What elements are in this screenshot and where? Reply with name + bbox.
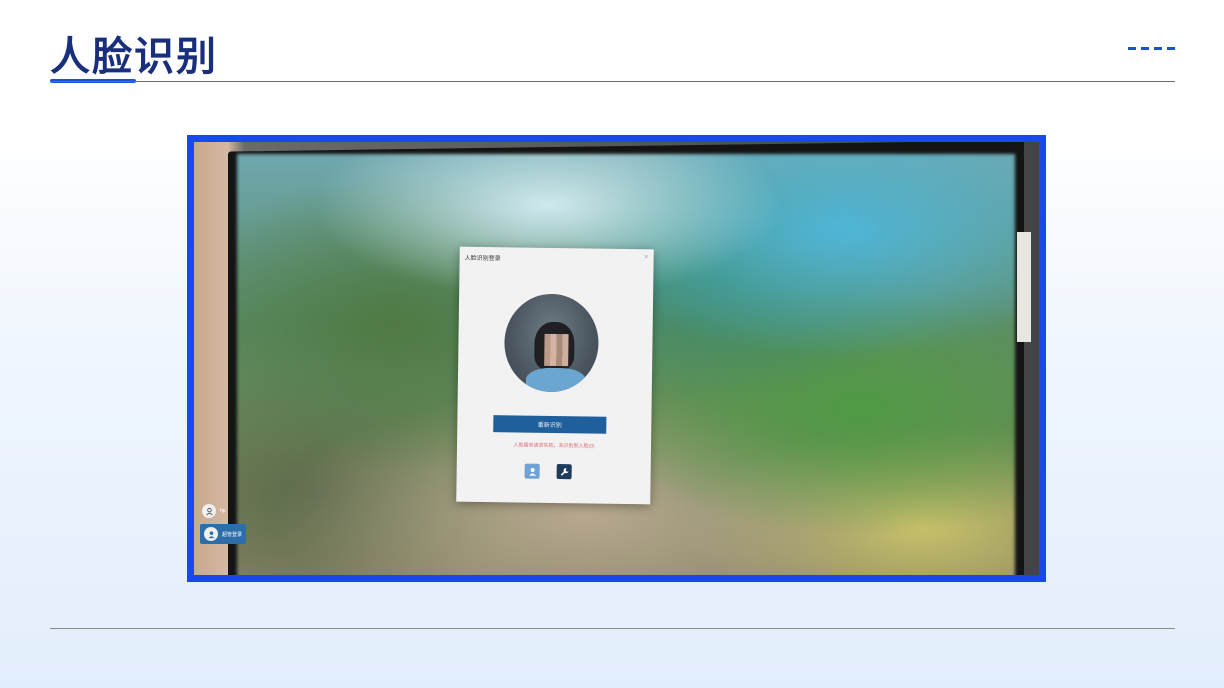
login-user-admin[interactable]: 超管登录 [200,524,247,544]
face-login-dialog: 人脸识别登录 × 重新识别 人脸服务请求失败，未识别到人脸(0) [456,246,654,505]
close-icon[interactable]: × [644,252,649,261]
retry-recognition-button[interactable]: 重新识别 [493,415,607,434]
header-divider [50,81,1175,82]
monitor-photo: 人脸识别登录 × 重新识别 人脸服务请求失败，未识别到人脸(0) hp 超管登录 [194,142,1039,575]
wrench-icon[interactable] [556,464,572,480]
dialog-title: 人脸识别登录 [464,255,501,263]
login-user-label: hp [220,508,226,514]
face-preview [503,293,600,393]
error-message: 人脸服务请求失败，未识别到人脸(0) [513,442,595,450]
pixelated-face [544,333,569,367]
photo-frame: 人脸识别登录 × 重新识别 人脸服务请求失败，未识别到人脸(0) hp 超管登录 [187,135,1046,582]
avatar-icon [204,527,218,541]
avatar-icon [202,504,216,518]
user-icon[interactable] [524,463,540,479]
login-user-label: 超管登录 [222,531,243,538]
side-paper [1017,232,1031,342]
login-user-hp[interactable]: hp [202,504,226,518]
slide-title: 人脸识别 [50,34,218,80]
decorative-dashes [1128,47,1175,50]
footer-divider [50,628,1175,629]
person-shirt [525,367,587,393]
